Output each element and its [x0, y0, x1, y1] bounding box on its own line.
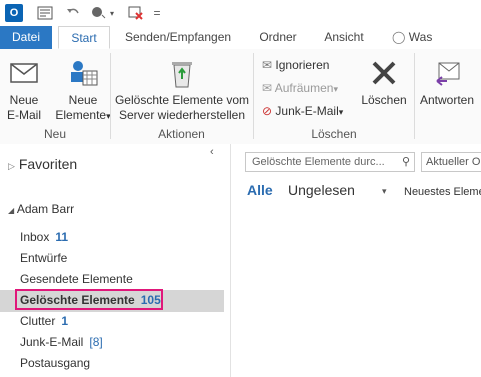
cleanup-label: Aufräumen — [274, 81, 334, 95]
recover-deleted-button[interactable]: Gelöschte Elemente vom Server wiederhers… — [112, 57, 252, 123]
delete-x-icon — [368, 57, 400, 89]
reply-label: Antworten — [419, 93, 475, 107]
new-items-label-1: Neue — [68, 93, 98, 107]
chevron-right-icon: ▷ — [8, 161, 15, 171]
folder-label: Clutter — [20, 314, 56, 328]
ribbon-tabs: Datei Start Senden/Empfangen Ordner Ansi… — [0, 26, 481, 67]
reply-icon — [431, 57, 463, 89]
chevron-down-icon[interactable]: ▾ — [382, 186, 387, 197]
send-receive-icon[interactable] — [36, 4, 54, 22]
folder-inbox[interactable]: Inbox 11 — [20, 227, 68, 247]
group-label-delete: Löschen — [311, 127, 357, 141]
recover-label-2: Server wiederherstellen — [118, 108, 246, 122]
new-email-button[interactable]: Neue E-Mail — [4, 57, 44, 123]
folder-pane: ‹ ▷ Favoriten ◢ Adam Barr Inbox 11 Entwür… — [0, 144, 231, 377]
unread-count: [8] — [89, 335, 103, 349]
junk-label: Junk-E-Mail — [275, 104, 339, 118]
new-email-label-1: Neue — [9, 93, 39, 107]
lightbulb-icon: ◯ — [392, 30, 406, 44]
group-divider — [414, 53, 415, 139]
folder-clutter[interactable]: Clutter 1 — [20, 311, 68, 331]
delete-label: Löschen — [361, 93, 407, 107]
undo-icon[interactable] — [64, 4, 82, 22]
unread-count: 1 — [61, 314, 69, 328]
new-items-label-2: Elemente▾ — [55, 108, 111, 122]
folder-label: Entwürfe — [20, 251, 68, 265]
ignore-icon: ✉ — [262, 58, 273, 72]
tab-file[interactable]: Datei — [0, 26, 52, 49]
delete-all-icon[interactable] — [126, 4, 146, 22]
folder-label: Gesendete Elemente — [20, 272, 133, 286]
new-items-button[interactable]: Neue Elemente▾ — [54, 57, 112, 124]
search-scope-dropdown[interactable]: Aktueller O — [421, 152, 481, 172]
filter-all[interactable]: Alle — [247, 182, 273, 198]
new-items-icon — [67, 57, 99, 89]
folder-outbox[interactable]: Postausgang — [20, 353, 90, 373]
junk-icon: ⊘ — [262, 104, 273, 118]
group-label-new: Neu — [43, 127, 66, 141]
envelope-icon — [8, 57, 40, 89]
unread-count: 11 — [55, 230, 69, 244]
tell-me-box[interactable]: ◯ Was möchten — [392, 26, 481, 67]
ignore-label: Ignorieren — [275, 58, 330, 72]
customize-qat-icon[interactable]: = — [152, 4, 162, 22]
search-input[interactable]: Gelöschte Elemente durc... ⚲ — [245, 152, 415, 172]
ignore-button[interactable]: ✉ Ignorieren — [262, 56, 329, 74]
folder-label: Postausgang — [20, 356, 91, 370]
chevron-down-icon: ▾ — [338, 107, 344, 117]
quick-access-toolbar: O ▾ = — [0, 0, 481, 26]
recycle-bin-icon — [166, 57, 198, 89]
favorites-header[interactable]: ▷ Favoriten — [8, 156, 77, 172]
favorites-label: Favoriten — [18, 156, 78, 172]
collapse-chevron-icon[interactable]: ‹ — [210, 146, 214, 158]
account-label: Adam Barr — [16, 202, 75, 216]
filter-unread[interactable]: Ungelesen — [288, 182, 355, 198]
folder-drafts[interactable]: Entwürfe — [20, 248, 67, 268]
folder-label: Inbox — [20, 230, 50, 244]
folder-sent[interactable]: Gesendete Elemente — [20, 269, 133, 289]
delete-button[interactable]: Löschen — [358, 57, 410, 108]
search-placeholder: Gelöschte Elemente durc... — [252, 156, 385, 168]
search-icon[interactable]: ⚲ — [402, 153, 410, 171]
folder-label: Junk-E-Mail — [20, 335, 84, 349]
outlook-logo-icon: O — [5, 4, 23, 22]
chevron-down-icon: ▾ — [333, 84, 338, 94]
highlight-box — [15, 289, 163, 310]
chevron-down-icon: ◢ — [8, 206, 15, 215]
sort-dropdown[interactable]: Neuestes Eleme — [404, 186, 481, 198]
ribbon: Neue E-Mail Neue Elemente▾ Neu Gelöschte… — [0, 49, 481, 145]
account-header[interactable]: ◢ Adam Barr — [8, 202, 74, 216]
reply-button[interactable]: Antworten — [416, 57, 478, 108]
folder-junk[interactable]: Junk-E-Mail [8] — [20, 332, 103, 352]
new-email-label-2: E-Mail — [6, 108, 41, 122]
tab-folder[interactable]: Ordner — [254, 26, 302, 49]
recover-label-1: Gelöschte Elemente vom — [114, 93, 250, 107]
junk-email-button[interactable]: ⊘ Junk-E-Mail▾ — [262, 102, 343, 120]
cleanup-button[interactable]: ✉ Aufräumen▾ — [262, 79, 338, 97]
cleanup-icon: ✉ — [262, 81, 273, 95]
tab-start[interactable]: Start — [58, 26, 110, 49]
touch-mode-icon[interactable] — [88, 4, 108, 22]
tab-send-receive[interactable]: Senden/Empfangen — [122, 26, 234, 49]
message-list: Gelöschte Elemente durc... ⚲ Aktueller O… — [231, 144, 481, 377]
group-label-actions: Aktionen — [158, 127, 205, 141]
tab-view[interactable]: Ansicht — [320, 26, 368, 49]
chevron-down-icon[interactable]: ▾ — [108, 4, 116, 22]
